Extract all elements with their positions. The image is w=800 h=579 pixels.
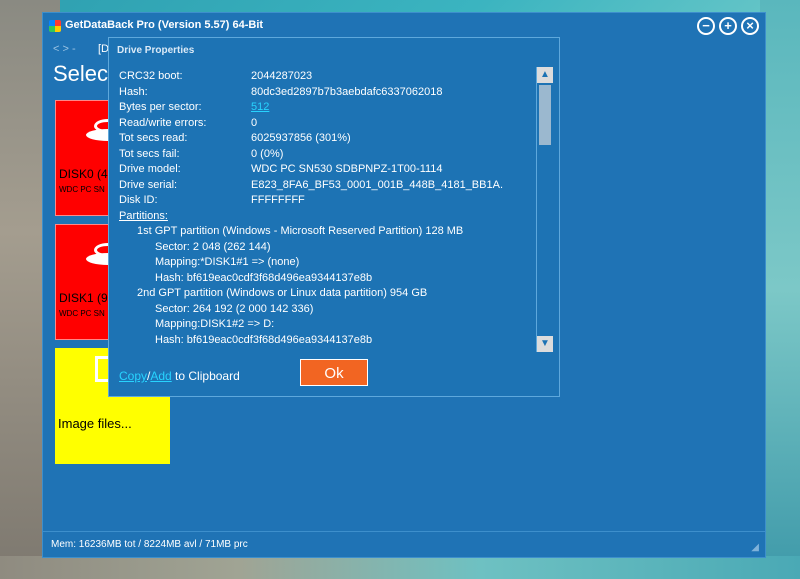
property-value: E823_8FA6_BF53_0001_001B_448B_4181_BB1A. bbox=[251, 178, 503, 191]
partition-sector: Sector: 264 192 (2 000 142 336) bbox=[155, 302, 314, 315]
property-key: Hash: bbox=[119, 85, 148, 98]
nav-arrows[interactable]: < > - bbox=[53, 43, 76, 55]
partition-title: 1st GPT partition (Windows - Microsoft R… bbox=[137, 225, 464, 237]
property-value: WDC PC SN530 SDBPNPZ-1T00-1114 bbox=[251, 163, 443, 175]
drive-properties-dialog: Drive Properties CRC32 boot: 2044287023 … bbox=[108, 37, 560, 397]
property-value: FFFFFFFF bbox=[251, 194, 305, 206]
property-value: 0 (0%) bbox=[251, 147, 284, 160]
scroll-down-button[interactable]: ▼ bbox=[537, 336, 553, 352]
property-key: Bytes per sector: bbox=[119, 101, 202, 113]
desktop-wallpaper-bottom bbox=[0, 556, 800, 579]
dialog-title: Drive Properties bbox=[117, 45, 195, 56]
resize-grip-icon[interactable]: ◢ bbox=[751, 542, 759, 553]
disk-tile-model: WDC PC SN bbox=[59, 309, 105, 318]
partition-mapping: Mapping:*DISK1#1 => (none) bbox=[155, 256, 300, 268]
close-button[interactable]: × bbox=[741, 17, 759, 35]
desktop-wallpaper-right bbox=[760, 0, 800, 579]
bytes-per-sector-link[interactable]: 512 bbox=[251, 101, 269, 113]
property-value: 0 bbox=[251, 116, 258, 129]
property-key: CRC32 boot: bbox=[119, 70, 183, 82]
property-key: Read/write errors: bbox=[119, 116, 207, 129]
copy-link[interactable]: Copy bbox=[119, 369, 147, 383]
app-logo-icon bbox=[49, 20, 61, 32]
property-key: Tot secs read: bbox=[119, 132, 188, 144]
property-key: Drive serial: bbox=[119, 178, 178, 191]
property-value: 2044287023 bbox=[251, 70, 313, 82]
disk-tile-model: WDC PC SN bbox=[59, 185, 105, 194]
clipboard-label: to Clipboard bbox=[171, 369, 240, 383]
scroll-thumb[interactable] bbox=[539, 85, 551, 145]
property-key: Tot secs fail: bbox=[119, 147, 180, 160]
window-title: GetDataBack Pro (Version 5.57) 64-Bit bbox=[65, 19, 264, 31]
partition-hash: Hash: bf619eac0cdf3f68d496ea9344137e8b bbox=[155, 333, 373, 346]
maximize-button[interactable]: + bbox=[719, 17, 737, 35]
scroll-up-button[interactable]: ▲ bbox=[537, 67, 553, 83]
minimize-button[interactable]: − bbox=[697, 17, 715, 35]
disk-tile-name: DISK1 (9 bbox=[59, 291, 108, 305]
property-key: Disk ID: bbox=[119, 194, 158, 206]
properties-list: CRC32 boot: 2044287023 Hash: 80dc3ed2897… bbox=[119, 70, 539, 352]
property-value: 80dc3ed2897b7b3aebdafc6337062018 bbox=[251, 85, 443, 98]
partition-mapping: Mapping:DISK1#2 => D: bbox=[155, 318, 275, 330]
disk-tile-name: DISK0 (4 bbox=[59, 167, 108, 181]
memory-status: Mem: 16236MB tot / 8224MB avl / 71MB prc bbox=[51, 539, 248, 550]
image-files-label: Image files... bbox=[58, 416, 132, 431]
status-bar: Mem: 16236MB tot / 8224MB avl / 71MB prc… bbox=[43, 531, 765, 558]
ok-button[interactable]: Ok bbox=[300, 359, 368, 386]
add-link[interactable]: Add bbox=[150, 369, 171, 383]
property-value: 6025937856 (301%) bbox=[251, 132, 351, 144]
partition-hash: Hash: bf619eac0cdf3f68d496ea9344137e8b bbox=[155, 271, 373, 284]
clipboard-actions: Copy/Add to Clipboard bbox=[119, 369, 240, 383]
vertical-scrollbar[interactable]: ▲ ▼ bbox=[536, 67, 553, 352]
partition-sector: Sector: 2 048 (262 144) bbox=[155, 240, 271, 253]
partitions-label: Partitions: bbox=[119, 209, 168, 222]
property-key: Drive model: bbox=[119, 163, 181, 175]
page-title: Select bbox=[53, 61, 115, 86]
partition-title: 2nd GPT partition (Windows or Linux data… bbox=[137, 287, 428, 299]
